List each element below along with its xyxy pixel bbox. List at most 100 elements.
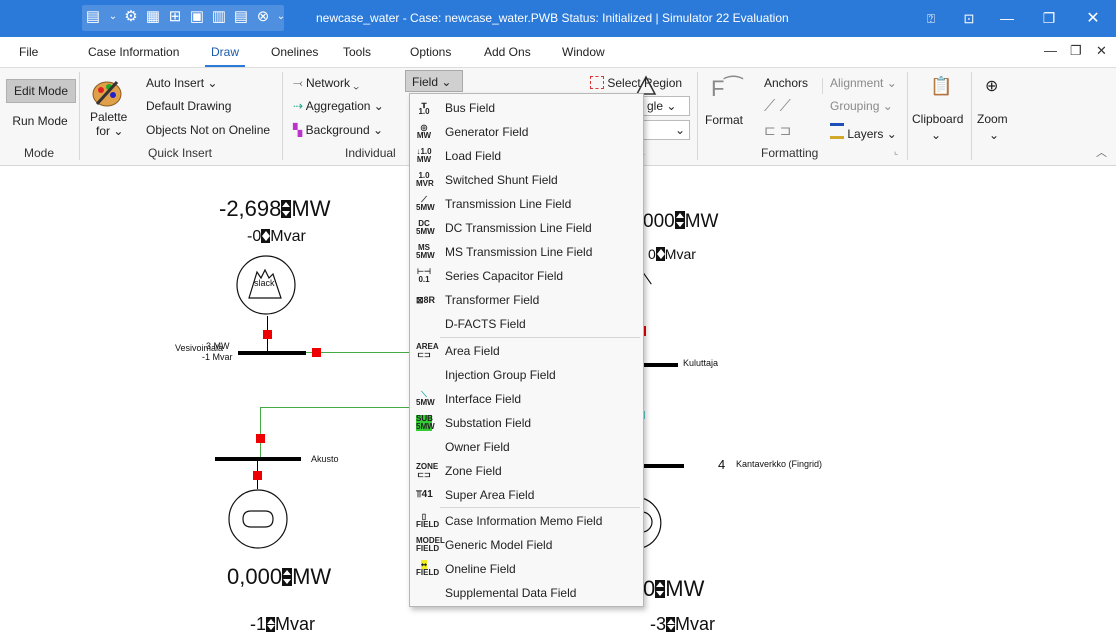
mdi-minimize-icon[interactable]: — <box>1044 43 1057 58</box>
menu-item-dc-line-field[interactable]: DC 5MW DC Transmission Line Field <box>410 216 643 240</box>
zoom-button[interactable]: Zoom <box>977 112 1008 126</box>
minimize-icon[interactable]: — <box>988 0 1026 37</box>
right-top-mw-field[interactable]: 000 MW <box>643 211 718 233</box>
menu-item-case-info-memo-field[interactable]: ▯ FIELD Case Information Memo Field <box>410 509 643 533</box>
storage-generator-icon[interactable] <box>227 488 289 550</box>
breaker-icon[interactable] <box>256 434 265 443</box>
background-button[interactable]: ▚ Background ⌄ <box>293 123 383 137</box>
anchors-button[interactable]: Anchors <box>764 76 808 90</box>
spinner-icon[interactable] <box>281 200 292 218</box>
spinner-icon[interactable] <box>674 211 685 229</box>
select-filter-combo[interactable]: ⌄ <box>642 120 690 140</box>
tab-tools[interactable]: Tools <box>343 45 371 59</box>
format-button[interactable]: Format <box>705 113 743 127</box>
menu-item-supplemental-data-field[interactable]: Supplemental Data Field <box>410 581 643 605</box>
breaker-icon[interactable] <box>263 330 272 339</box>
palette-button[interactable]: Palette <box>90 110 127 124</box>
formatting-expand-icon[interactable]: ⌞ <box>894 146 898 157</box>
line-vesi-kuluttaja[interactable] <box>306 352 410 353</box>
right-top-mvar-field[interactable]: 0 Mvar <box>648 246 696 262</box>
gen1-mvar-value: -0 <box>247 228 262 245</box>
edit-mode-button[interactable]: Edit Mode <box>6 79 76 103</box>
tab-options[interactable]: Options <box>410 45 451 59</box>
gen2-mw-field[interactable]: 0,000 MW <box>227 564 331 590</box>
field-button[interactable]: Field ⌄ <box>405 70 463 92</box>
field-dropdown-menu: ┰ 1.0 Bus Field ◎ MW Generator Field ↓1.0 MW L… <box>409 93 644 607</box>
network-button[interactable]: ⤙ Network ⌄ <box>293 76 359 91</box>
tab-draw[interactable]: Draw <box>204 45 246 67</box>
clipboard-button[interactable]: Clipboard <box>912 112 963 126</box>
qat-table-icon[interactable]: ▥ <box>210 8 228 26</box>
tab-add-ons[interactable]: Add Ons <box>484 45 531 59</box>
menu-item-ms-line-field[interactable]: MS 5MW MS Transmission Line Field <box>410 240 643 264</box>
close-icon[interactable]: ✕ <box>1074 0 1112 37</box>
app-menu-icon[interactable]: ▤ <box>84 8 102 26</box>
maximize-icon[interactable]: ❐ <box>1030 0 1068 37</box>
menu-item-generic-model-field[interactable]: MODEL FIELD Generic Model Field <box>410 533 643 557</box>
select-type-combo[interactable]: gle ⌄ <box>642 96 690 116</box>
qat-more-icon[interactable]: ⌄ <box>272 8 290 26</box>
right-bot-mw-field[interactable]: 0 MW <box>643 576 704 602</box>
bus-kuluttaja[interactable] <box>642 363 678 367</box>
palette-for-button[interactable]: for ⌄ <box>96 124 123 138</box>
aggregation-button[interactable]: ⇢ Aggregation ⌄ <box>293 99 384 113</box>
tab-window[interactable]: Window <box>562 45 605 59</box>
menu-item-load-field[interactable]: ↓1.0 MW Load Field <box>410 144 643 168</box>
run-mode-button[interactable]: Run Mode <box>6 110 74 132</box>
bus-vesivoimala[interactable] <box>238 351 306 355</box>
menu-item-transmission-line-field[interactable]: ⟋ 5MW Transmission Line Field <box>410 192 643 216</box>
objects-not-on-oneline-button[interactable]: Objects Not on Oneline <box>146 123 270 137</box>
menu-item-injection-group-field[interactable]: Injection Group Field <box>410 363 643 387</box>
tab-case-information[interactable]: Case Information <box>88 45 179 59</box>
format-icon: F⁀ <box>711 76 743 101</box>
gen1-mw-field[interactable]: -2,698 MW <box>219 196 330 222</box>
menu-item-switched-shunt-field[interactable]: 1.0 MVR Switched Shunt Field <box>410 168 643 192</box>
mdi-restore-icon[interactable]: ❐ <box>1070 43 1082 59</box>
menu-item-bus-field[interactable]: ┰ 1.0 Bus Field <box>410 96 643 120</box>
tab-onelines[interactable]: Onelines <box>271 45 318 59</box>
screen-icon[interactable]: ⊡ <box>950 0 988 37</box>
qat-dropdown-icon[interactable]: ⌄ <box>104 8 122 26</box>
breaker-icon[interactable] <box>312 348 321 357</box>
line-akusto[interactable] <box>260 407 410 408</box>
breaker-icon[interactable] <box>253 471 262 480</box>
menu-item-series-capacitor-field[interactable]: ⊢⊣ 0.1 Series Capacitor Field <box>410 264 643 288</box>
spinner-icon[interactable] <box>261 229 271 243</box>
spinner-icon[interactable] <box>655 580 666 598</box>
qat-model-icon[interactable]: ▣ <box>188 8 206 26</box>
layers-button[interactable]: Layers ⌄ <box>830 123 897 141</box>
spinner-icon[interactable] <box>266 617 276 632</box>
menu-item-owner-field[interactable]: Owner Field <box>410 435 643 459</box>
mdi-close-icon[interactable]: ✕ <box>1096 43 1107 59</box>
alignment-button[interactable]: Alignment ⌄ <box>830 76 897 90</box>
bus-akusto[interactable] <box>215 457 301 461</box>
auto-insert-button[interactable]: Auto Insert ⌄ <box>146 76 217 90</box>
qat-network-icon[interactable]: ⚙ <box>122 8 140 26</box>
right-bot-mvar-field[interactable]: -3 Mvar <box>650 614 715 635</box>
default-drawing-button[interactable]: Default Drawing <box>146 99 231 113</box>
qat-grid-icon[interactable]: ⊞ <box>166 8 184 26</box>
spinner-icon[interactable] <box>666 617 676 632</box>
menu-item-transformer-field[interactable]: ⊠8R Transformer Field <box>410 288 643 312</box>
menu-item-oneline-field[interactable]: ⬩⬩ FIELD Oneline Field <box>410 557 643 581</box>
qat-layout-icon[interactable]: ▤ <box>232 8 250 26</box>
spinner-icon[interactable] <box>655 247 665 261</box>
collapse-ribbon-icon[interactable]: ︿ <box>1096 144 1107 160</box>
menu-item-d-facts-field[interactable]: D-FACTS Field <box>410 312 643 336</box>
qat-copy-icon[interactable]: ▦ <box>144 8 162 26</box>
menu-item-generator-field[interactable]: ◎ MW Generator Field <box>410 120 643 144</box>
help-icon[interactable]: ⍰ <box>912 0 950 37</box>
menu-item-super-area-field[interactable]: ⫪41 Super Area Field <box>410 483 643 507</box>
qat-close-icon[interactable]: ⊗ <box>254 8 272 26</box>
menu-item-interface-field[interactable]: ⟍ 5MW Interface Field <box>410 387 643 411</box>
spinner-icon[interactable] <box>282 568 293 586</box>
menu-item-zone-field[interactable]: ZONE ⊏⊐ Zone Field <box>410 459 643 483</box>
bus-kantaverkko[interactable] <box>642 464 684 468</box>
tab-file[interactable]: File <box>19 45 38 59</box>
select-region-button[interactable]: Select Region <box>590 76 682 90</box>
gen2-mvar-field[interactable]: -1 Mvar <box>250 614 315 635</box>
grouping-button[interactable]: Grouping ⌄ <box>830 99 893 113</box>
menu-item-area-field[interactable]: AREA ⊏⊐ Area Field <box>410 339 643 363</box>
menu-item-substation-field[interactable]: SUB 5MW Substation Field <box>410 411 643 435</box>
gen1-mvar-field[interactable]: -0 Mvar <box>247 228 306 246</box>
